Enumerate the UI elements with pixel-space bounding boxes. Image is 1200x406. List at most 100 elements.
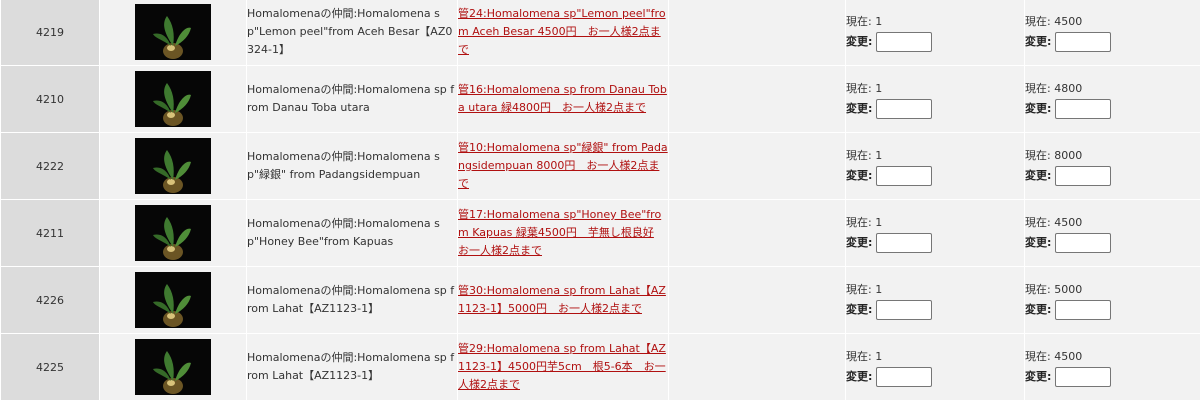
plant-thumbnail[interactable] <box>135 272 211 328</box>
thumbnail-cell <box>100 334 246 400</box>
price-change-label: 変更: <box>1025 169 1052 182</box>
product-name: Homalomenaの仲間:Homalomena sp from Lahat【A… <box>247 284 455 315</box>
stock-current: 現在: 1 <box>846 149 883 162</box>
table-row: 4225 Homalomenaの仲間:Homalomena sp from La… <box>1 334 1200 400</box>
product-desc-link[interactable]: 管24:Homalomena sp"Lemon peel"from Aceh B… <box>458 7 666 56</box>
product-name: Homalomenaの仲間:Homalomena sp"緑銀" from Pad… <box>247 150 440 181</box>
product-desc-link[interactable]: 管16:Homalomena sp from Danau Toba utara … <box>458 83 667 114</box>
product-id-cell: 4210 <box>1 66 99 132</box>
stock-change-input[interactable] <box>875 166 932 186</box>
stock-cell: 現在: 1 変更: <box>846 66 1024 132</box>
product-name-cell: Homalomenaの仲間:Homalomena sp"Lemon peel"f… <box>247 0 457 65</box>
stock-cell: 現在: 1 変更: <box>846 267 1024 333</box>
price-cell: 現在: 4500 変更: <box>1025 334 1200 400</box>
product-desc-link[interactable]: 管30:Homalomena sp from Lahat【AZ1123-1】50… <box>458 284 666 315</box>
price-cell: 現在: 4500 変更: <box>1025 0 1200 65</box>
table-row: 4222 Homalomenaの仲間:Homalomena sp"緑銀" fro… <box>1 133 1200 199</box>
price-cell: 現在: 4800 変更: <box>1025 66 1200 132</box>
stock-change-input[interactable] <box>875 300 932 320</box>
price-cell: 現在: 8000 変更: <box>1025 133 1200 199</box>
empty-cell <box>669 267 845 333</box>
price-current: 現在: 4500 <box>1025 216 1083 229</box>
product-name: Homalomenaの仲間:Homalomena sp from Lahat【A… <box>247 351 455 382</box>
plant-thumbnail[interactable] <box>135 339 211 395</box>
product-desc-cell: 管29:Homalomena sp from Lahat【AZ1123-1】45… <box>458 334 668 400</box>
plant-photo-icon <box>135 71 211 127</box>
product-id-cell: 4225 <box>1 334 99 400</box>
thumbnail-cell <box>100 200 246 266</box>
price-change-input[interactable] <box>1054 166 1111 186</box>
stock-current: 現在: 1 <box>846 283 883 296</box>
price-change-label: 変更: <box>1025 370 1052 383</box>
plant-photo-icon <box>135 339 211 395</box>
stock-cell: 現在: 1 変更: <box>846 0 1024 65</box>
stock-cell: 現在: 1 変更: <box>846 334 1024 400</box>
plant-photo-icon <box>135 272 211 328</box>
thumbnail-cell <box>100 133 246 199</box>
price-current: 現在: 8000 <box>1025 149 1083 162</box>
plant-photo-icon <box>135 205 211 261</box>
product-name: Homalomenaの仲間:Homalomena sp"Honey Bee"fr… <box>247 217 440 248</box>
price-current: 現在: 4800 <box>1025 82 1083 95</box>
thumbnail-cell <box>100 267 246 333</box>
stock-change-input[interactable] <box>875 99 932 119</box>
product-desc-cell: 管10:Homalomena sp"緑銀" from Padangsidempu… <box>458 133 668 199</box>
product-id-cell: 4219 <box>1 0 99 65</box>
stock-current: 現在: 1 <box>846 82 883 95</box>
plant-thumbnail[interactable] <box>135 71 211 127</box>
table-row: 4226 Homalomenaの仲間:Homalomena sp from La… <box>1 267 1200 333</box>
price-change-label: 変更: <box>1025 102 1052 115</box>
price-cell: 現在: 4500 変更: <box>1025 200 1200 266</box>
product-name-cell: Homalomenaの仲間:Homalomena sp from Lahat【A… <box>247 334 457 400</box>
price-change-label: 変更: <box>1025 35 1052 48</box>
stock-cell: 現在: 1 変更: <box>846 133 1024 199</box>
empty-cell <box>669 66 845 132</box>
empty-cell <box>669 133 845 199</box>
product-id-cell: 4211 <box>1 200 99 266</box>
stock-change-label: 変更: <box>846 370 873 383</box>
stock-change-label: 変更: <box>846 169 873 182</box>
empty-cell <box>669 200 845 266</box>
product-desc-link[interactable]: 管17:Homalomena sp"Honey Bee"from Kapuas … <box>458 208 661 257</box>
product-id: 4219 <box>36 25 64 39</box>
plant-thumbnail[interactable] <box>135 4 211 60</box>
price-change-label: 変更: <box>1025 236 1052 249</box>
stock-change-label: 変更: <box>846 303 873 316</box>
stock-change-input[interactable] <box>875 233 932 253</box>
thumbnail-cell <box>100 0 246 65</box>
stock-change-label: 変更: <box>846 35 873 48</box>
product-name: Homalomenaの仲間:Homalomena sp"Lemon peel"f… <box>247 7 453 56</box>
stock-current: 現在: 1 <box>846 15 883 28</box>
stock-change-label: 変更: <box>846 236 873 249</box>
product-id-cell: 4226 <box>1 267 99 333</box>
plant-thumbnail[interactable] <box>135 138 211 194</box>
plant-photo-icon <box>135 138 211 194</box>
product-desc-link[interactable]: 管29:Homalomena sp from Lahat【AZ1123-1】45… <box>458 342 666 391</box>
plant-thumbnail[interactable] <box>135 205 211 261</box>
price-change-input[interactable] <box>1054 233 1111 253</box>
table-row: 4210 Homalomenaの仲間:Homalomena sp from Da… <box>1 66 1200 132</box>
product-desc-cell: 管24:Homalomena sp"Lemon peel"from Aceh B… <box>458 0 668 65</box>
stock-current: 現在: 1 <box>846 350 883 363</box>
price-change-input[interactable] <box>1054 367 1111 387</box>
price-current: 現在: 5000 <box>1025 283 1083 296</box>
stock-change-input[interactable] <box>875 367 932 387</box>
plant-photo-icon <box>135 4 211 60</box>
empty-cell <box>669 0 845 65</box>
product-desc-cell: 管17:Homalomena sp"Honey Bee"from Kapuas … <box>458 200 668 266</box>
price-change-input[interactable] <box>1054 32 1111 52</box>
product-desc-cell: 管16:Homalomena sp from Danau Toba utara … <box>458 66 668 132</box>
price-current: 現在: 4500 <box>1025 350 1083 363</box>
product-name-cell: Homalomenaの仲間:Homalomena sp from Lahat【A… <box>247 267 457 333</box>
price-change-label: 変更: <box>1025 303 1052 316</box>
product-desc-link[interactable]: 管10:Homalomena sp"緑銀" from Padangsidempu… <box>458 141 668 190</box>
product-name-cell: Homalomenaの仲間:Homalomena sp"緑銀" from Pad… <box>247 133 457 199</box>
product-id: 4211 <box>36 226 64 240</box>
product-name: Homalomenaの仲間:Homalomena sp from Danau T… <box>247 83 455 114</box>
product-id: 4222 <box>36 159 64 173</box>
price-change-input[interactable] <box>1054 99 1111 119</box>
product-id: 4210 <box>36 92 64 106</box>
product-id-cell: 4222 <box>1 133 99 199</box>
stock-change-input[interactable] <box>875 32 932 52</box>
price-change-input[interactable] <box>1054 300 1111 320</box>
